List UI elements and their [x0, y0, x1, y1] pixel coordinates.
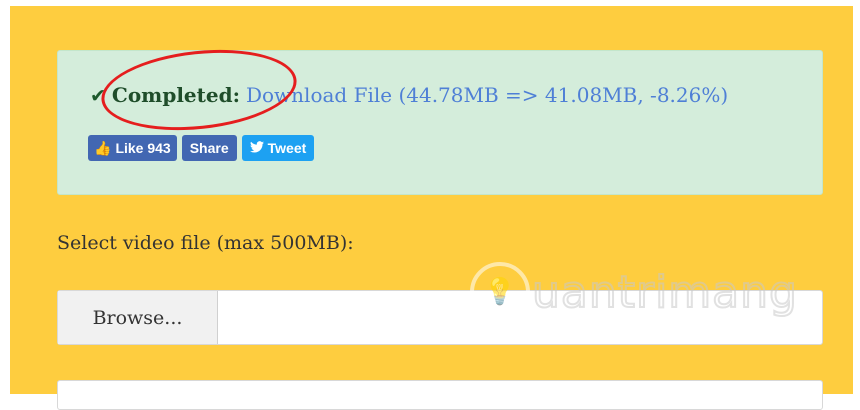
like-count-label: Like 943	[115, 140, 171, 156]
select-video-label: Select video file (max 500MB):	[57, 232, 354, 254]
facebook-share-button[interactable]: Share	[181, 135, 237, 161]
red-highlight-circle	[97, 40, 301, 140]
selected-file-name[interactable]	[218, 291, 822, 344]
social-share-buttons: 👍 Like 943 Share Tweet	[88, 135, 315, 161]
twitter-bird-icon	[249, 140, 264, 156]
success-alert: ✔ Completed: Download File (44.78MB => 41.…	[57, 40, 823, 195]
tweet-label: Tweet	[267, 140, 307, 156]
result-line: ✔ Completed: Download File (44.78MB => 41.…	[90, 40, 728, 140]
tweet-button[interactable]: Tweet	[241, 135, 315, 161]
video-file-input[interactable]: Browse...	[57, 290, 823, 345]
next-form-field[interactable]	[57, 380, 823, 410]
download-file-link[interactable]: Download File (44.78MB => 41.08MB, -8.26…	[246, 83, 728, 107]
facebook-like-button[interactable]: 👍 Like 943	[88, 135, 177, 161]
share-label: Share	[189, 140, 229, 156]
thumbs-up-icon: 👍	[94, 139, 112, 156]
browse-button[interactable]: Browse...	[58, 291, 218, 344]
page-background: ✔ Completed: Download File (44.78MB => 41.…	[0, 0, 860, 410]
